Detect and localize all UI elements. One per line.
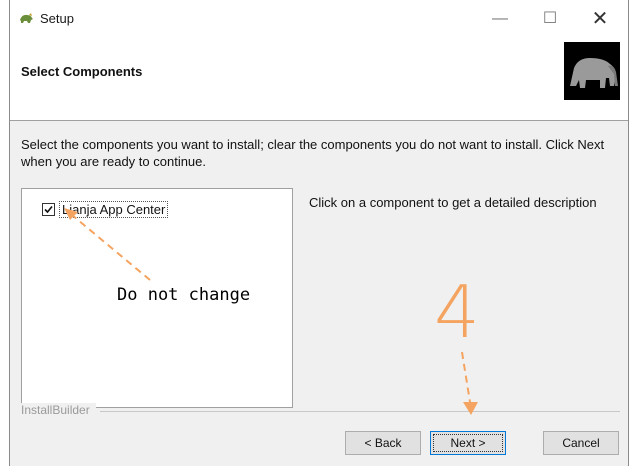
- annotation-arrows: [64, 208, 478, 415]
- arrow-line-step: [461, 351, 471, 403]
- arrowhead-step-icon: [463, 402, 478, 415]
- annotation-step-number: 4: [434, 270, 480, 354]
- annotation-note: Do not change: [117, 285, 251, 305]
- arrow-line-note: [71, 214, 151, 281]
